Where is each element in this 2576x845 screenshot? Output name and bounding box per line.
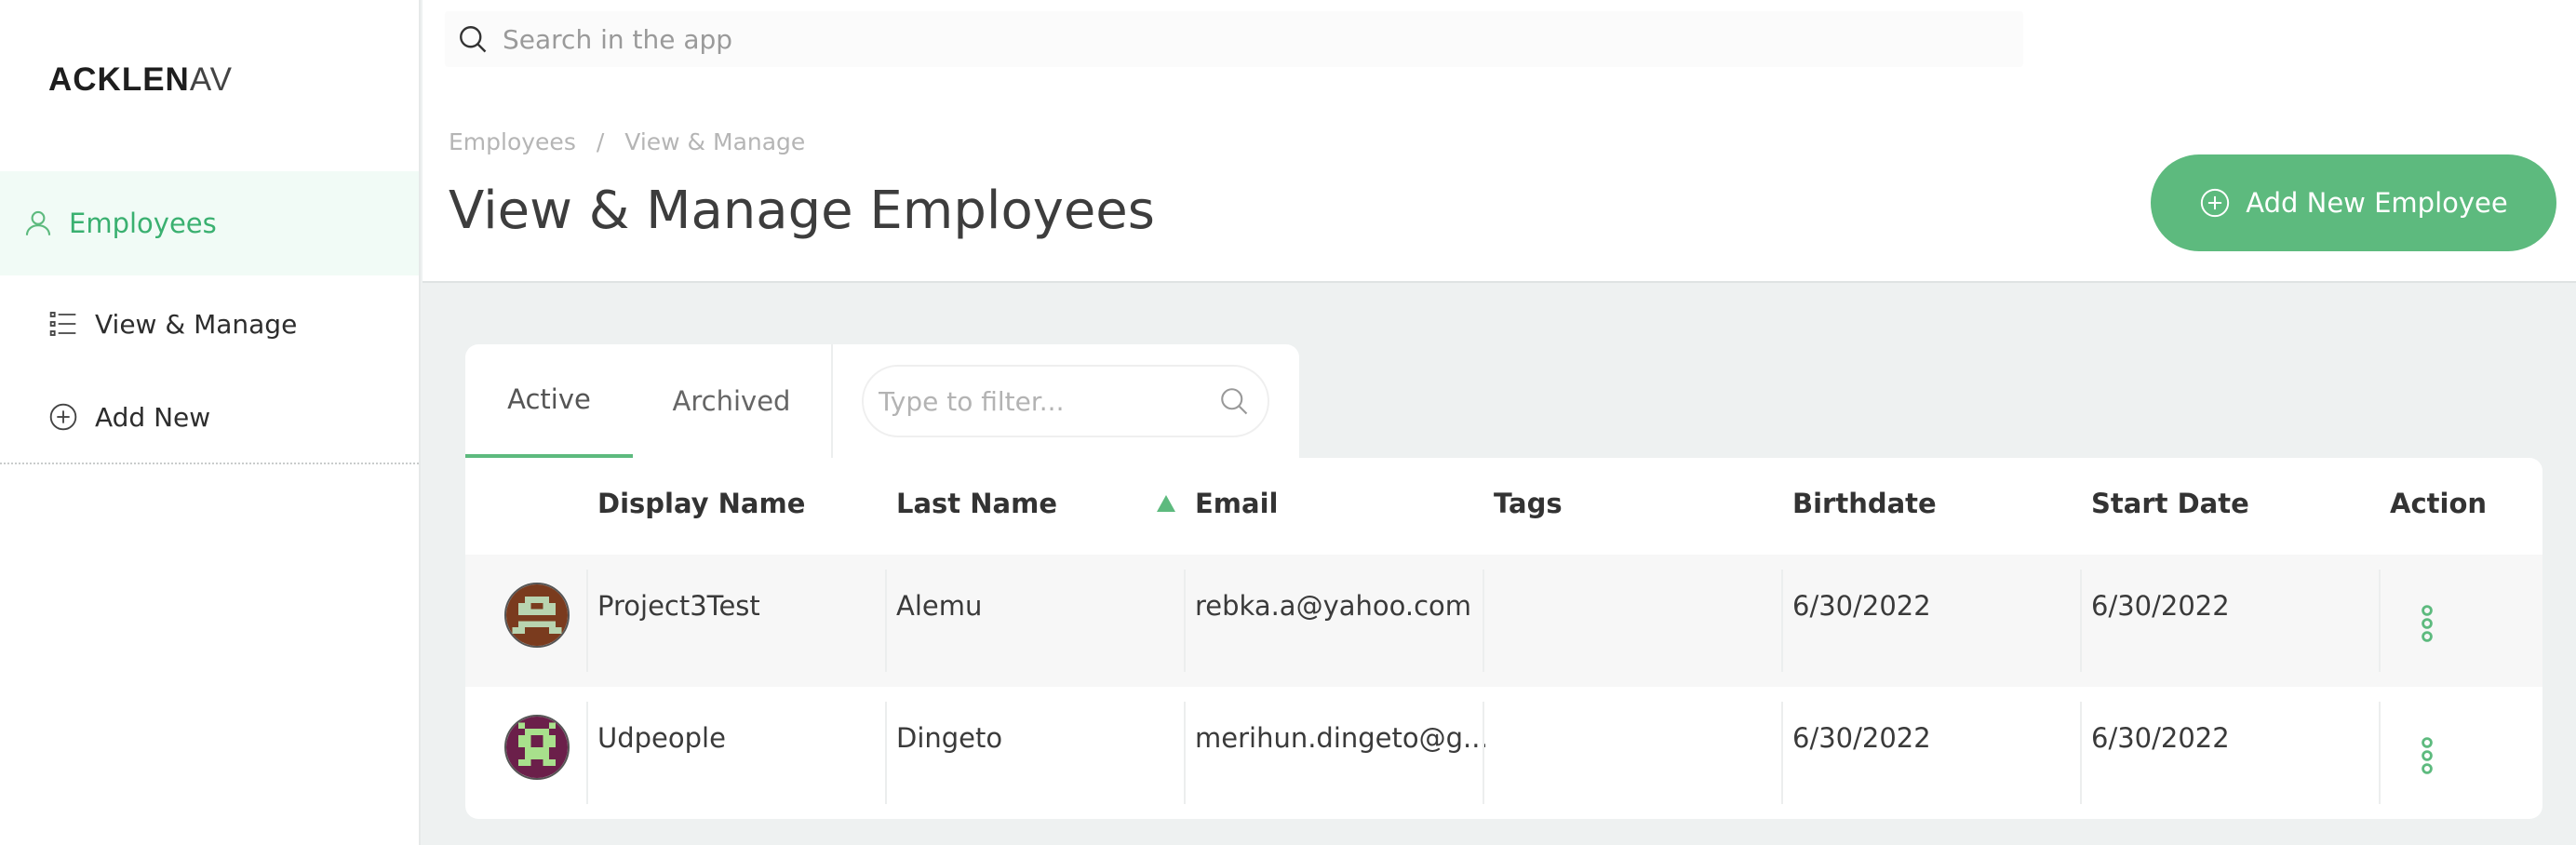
user-icon bbox=[25, 210, 51, 235]
app-search bbox=[445, 11, 2023, 67]
app-logo[interactable]: ACKLENAVENUE bbox=[48, 61, 235, 99]
avatar bbox=[504, 583, 570, 648]
kebab-menu-icon[interactable] bbox=[2416, 737, 2438, 774]
column-divider bbox=[2080, 570, 2082, 672]
sidebar-section-label: Employees bbox=[69, 208, 217, 239]
cell-last-name: Dingeto bbox=[896, 722, 1003, 754]
table-row[interactable]: Project3Test Alemu rebka.a@yahoo.com 6/3… bbox=[465, 555, 2542, 687]
column-divider bbox=[1483, 570, 1484, 672]
sort-ascending-icon[interactable] bbox=[1157, 495, 1175, 512]
avatar bbox=[504, 715, 570, 780]
cell-display-name: Project3Test bbox=[597, 590, 760, 622]
cell-email: merihun.dingeto@g... bbox=[1195, 722, 1485, 754]
sidebar-section-employees[interactable]: Employees bbox=[0, 171, 419, 275]
column-divider bbox=[885, 702, 887, 804]
add-new-employee-button[interactable]: Add New Employee bbox=[2151, 154, 2556, 251]
column-divider bbox=[586, 702, 588, 804]
tab-archived[interactable]: Archived bbox=[633, 344, 830, 458]
column-header-start-date[interactable]: Start Date bbox=[2091, 488, 2249, 519]
cell-start-date: 6/30/2022 bbox=[2091, 722, 2230, 754]
search-icon[interactable] bbox=[456, 22, 490, 56]
sidebar-item-add-new[interactable]: Add New bbox=[48, 389, 210, 445]
column-header-tags[interactable]: Tags bbox=[1494, 488, 1563, 519]
column-divider bbox=[1781, 570, 1783, 672]
column-header-email[interactable]: Email bbox=[1195, 488, 1278, 519]
breadcrumb-separator: / bbox=[596, 128, 605, 155]
column-divider bbox=[1184, 570, 1186, 672]
sidebar-item-view-manage[interactable]: View & Manage bbox=[48, 296, 297, 352]
sidebar-item-label: View & Manage bbox=[95, 308, 298, 340]
cell-birthdate: 6/30/2022 bbox=[1792, 722, 1931, 754]
column-divider bbox=[586, 570, 588, 672]
cell-email: rebka.a@yahoo.com bbox=[1195, 590, 1472, 622]
add-button-label: Add New Employee bbox=[2246, 187, 2508, 219]
column-header-birthdate[interactable]: Birthdate bbox=[1792, 488, 1937, 519]
sidebar: ACKLENAVENUE Employees View & Manage Add… bbox=[0, 0, 421, 845]
list-icon bbox=[49, 312, 76, 336]
column-divider bbox=[1781, 702, 1783, 804]
cell-display-name: Udpeople bbox=[597, 722, 726, 754]
table-header: Display Name Last Name Email Tags Birthd… bbox=[465, 458, 2542, 555]
column-divider bbox=[2379, 570, 2381, 672]
column-divider bbox=[1483, 702, 1484, 804]
plus-circle-icon bbox=[2201, 188, 2230, 218]
column-header-display-name[interactable]: Display Name bbox=[597, 488, 805, 519]
cell-birthdate: 6/30/2022 bbox=[1792, 590, 1931, 622]
cell-start-date: 6/30/2022 bbox=[2091, 590, 2230, 622]
column-header-last-name[interactable]: Last Name bbox=[896, 488, 1057, 519]
tab-active[interactable]: Active bbox=[465, 344, 633, 458]
column-divider bbox=[2080, 702, 2082, 804]
plus-circle-icon bbox=[49, 403, 77, 431]
page-title: View & Manage Employees bbox=[449, 181, 1155, 241]
cell-last-name: Alemu bbox=[896, 590, 983, 622]
sidebar-item-label: Add New bbox=[95, 401, 211, 433]
top-bar bbox=[423, 0, 2576, 115]
tab-card: Active Archived bbox=[465, 344, 1299, 458]
column-header-action: Action bbox=[2390, 488, 2488, 519]
employees-table: Display Name Last Name Email Tags Birthd… bbox=[465, 458, 2542, 819]
breadcrumb-view-manage[interactable]: View & Manage bbox=[624, 128, 805, 155]
filter-input[interactable] bbox=[879, 385, 1195, 417]
table-row[interactable]: Udpeople Dingeto merihun.dingeto@g... 6/… bbox=[465, 687, 2542, 819]
search-icon[interactable] bbox=[1217, 384, 1251, 418]
search-input[interactable] bbox=[503, 23, 1898, 55]
sidebar-divider bbox=[0, 463, 419, 464]
tab-divider bbox=[831, 344, 833, 458]
breadcrumb-employees[interactable]: Employees bbox=[449, 128, 576, 155]
column-divider bbox=[1184, 702, 1186, 804]
page-header: Employees / View & Manage View & Manage … bbox=[423, 115, 2576, 283]
column-divider bbox=[2379, 702, 2381, 804]
filter-box bbox=[862, 365, 1269, 437]
breadcrumb: Employees / View & Manage bbox=[449, 128, 805, 155]
column-divider bbox=[885, 570, 887, 672]
kebab-menu-icon[interactable] bbox=[2416, 605, 2438, 642]
